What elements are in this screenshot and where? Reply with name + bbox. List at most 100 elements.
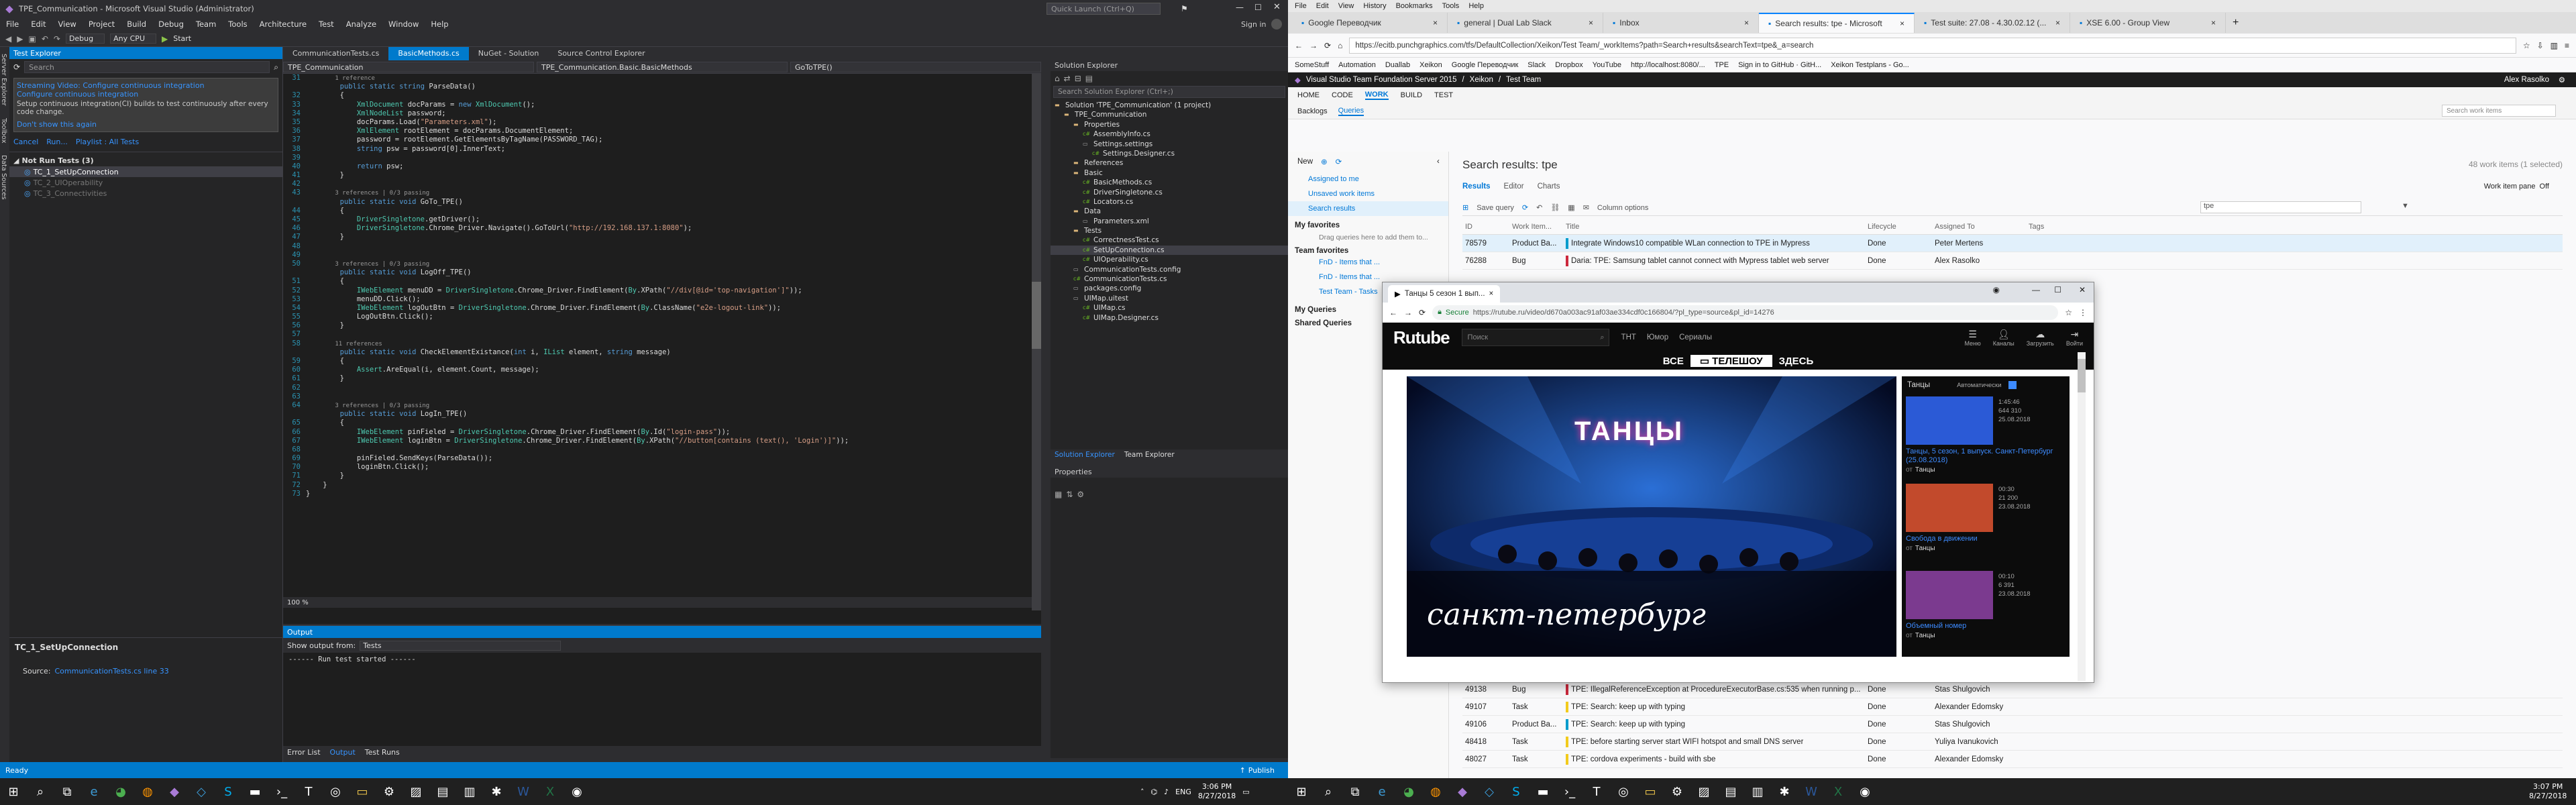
- home-icon[interactable]: ⌂: [1338, 41, 1342, 50]
- back-icon[interactable]: ←: [1389, 308, 1397, 317]
- query-link[interactable]: Assigned to me: [1308, 172, 1448, 186]
- bookmark-item[interactable]: Google Переводчик: [1452, 61, 1519, 69]
- rutube-search[interactable]: Поиск ⌕: [1461, 329, 1609, 346]
- subhub-backlogs[interactable]: Backlogs: [1297, 107, 1328, 115]
- menu-icon[interactable]: ≡: [2565, 41, 2569, 50]
- work-item-title[interactable]: TPE: IllegalReferenceException at Proced…: [1571, 686, 1861, 694]
- alphabetical-icon[interactable]: ⇅: [1066, 490, 1073, 499]
- menu-team[interactable]: Team: [190, 19, 222, 29]
- save-query[interactable]: Save query: [1477, 204, 1514, 212]
- close-window-button[interactable]: ✕: [1273, 2, 1281, 12]
- browser-tab[interactable]: ▪ general | Dual Lab Slack ×: [1448, 13, 1603, 33]
- property-pages-icon[interactable]: ⚙: [1077, 490, 1084, 499]
- collapse-pane-icon[interactable]: ‹: [1437, 158, 1440, 166]
- refresh-icon[interactable]: ⟳: [13, 62, 20, 72]
- explorer-icon[interactable]: ▬: [1529, 778, 1556, 805]
- subhub-queries[interactable]: Queries: [1338, 107, 1364, 116]
- terminal-icon[interactable]: ›_: [268, 778, 295, 805]
- close-tab-icon[interactable]: ×: [1589, 18, 1593, 28]
- settings-icon[interactable]: ⚙: [376, 778, 402, 805]
- playlist-item[interactable]: 1:45:46 644 310 25.08.2018 Танцы, 5 сезон, …: [1902, 394, 2070, 481]
- publish-button[interactable]: ↑ Publish: [1240, 766, 1275, 775]
- terminal-icon[interactable]: ›_: [1556, 778, 1583, 805]
- test-search-input[interactable]: Search: [24, 61, 270, 73]
- maximize-button[interactable]: ☐: [2054, 285, 2061, 294]
- work-item-search[interactable]: Search work items: [2442, 105, 2556, 117]
- show-all-icon[interactable]: ▤: [1085, 74, 1093, 83]
- start-button[interactable]: Start: [173, 34, 191, 43]
- refresh-results-icon[interactable]: ⟳: [1522, 203, 1528, 212]
- dont-show-link[interactable]: Don't show this again: [17, 120, 275, 129]
- menu-window[interactable]: Window: [382, 19, 425, 29]
- minimize-button[interactable]: —: [2032, 285, 2040, 294]
- photo-icon[interactable]: ▨: [402, 778, 429, 805]
- playlist-video-title[interactable]: Танцы, 5 сезон, 1 выпуск. Санкт-Петербур…: [1906, 447, 2065, 465]
- bookmark-item[interactable]: Automation: [1338, 61, 1376, 69]
- autoplay-toggle[interactable]: [2008, 381, 2017, 389]
- home-icon[interactable]: ⌂: [1055, 74, 1060, 83]
- editor-tab-basicmethods-cs[interactable]: BasicMethods.cs: [388, 47, 469, 60]
- library-icon[interactable]: ▥: [2551, 41, 2558, 50]
- new-tab-button[interactable]: +: [2226, 17, 2245, 29]
- my-favorites[interactable]: My favorites: [1288, 216, 1448, 229]
- start-play-icon[interactable]: ▶: [162, 34, 168, 44]
- rutube-icon-1[interactable]: 👤︎ Каналы: [1993, 329, 2015, 347]
- output-tab-output[interactable]: Output: [330, 748, 356, 757]
- solution-tree-item[interactable]: ▭ Settings.settings: [1051, 140, 1288, 149]
- result-tab-charts[interactable]: Charts: [1538, 182, 1560, 191]
- close-tab-icon[interactable]: ×: [1433, 18, 1438, 28]
- solution-tree-item[interactable]: c# SetUpConnection.cs: [1051, 245, 1288, 256]
- menu-project[interactable]: Project: [83, 19, 121, 29]
- solution-tree-item[interactable]: c# CorrectnessTest.cs: [1051, 235, 1288, 245]
- menu-build[interactable]: Build: [121, 19, 152, 29]
- star-icon[interactable]: ☆: [2065, 308, 2072, 317]
- browser-tab[interactable]: ▪ XSE 6.00 - Group View ×: [2070, 13, 2226, 33]
- rutube-tab[interactable]: ▶ Танцы 5 сезон 1 вып... ×: [1388, 285, 1501, 303]
- email-icon[interactable]: ✉: [1583, 203, 1589, 212]
- chrome-icon[interactable]: ◕: [1395, 778, 1422, 805]
- chart-icon[interactable]: ▥: [1744, 778, 1771, 805]
- rutube-nav-item[interactable]: Юмор: [1647, 333, 1668, 341]
- browser-tab[interactable]: ▪ Test suite: 27.08 - 4.30.02.12 (... ×: [1915, 13, 2070, 33]
- table-row[interactable]: 48027 Task TPE: cordova experiments - buil…: [1462, 751, 2563, 768]
- solution-tree-item[interactable]: c# AssemblyInfo.cs: [1051, 129, 1288, 139]
- ff-menu-view[interactable]: View: [1338, 2, 1354, 10]
- sync-icon[interactable]: ⇄: [1064, 74, 1071, 83]
- test-item[interactable]: ◎ TC_3_Connectivities: [9, 188, 282, 199]
- ff-menu-bookmarks[interactable]: Bookmarks: [1396, 2, 1433, 10]
- table-row[interactable]: 49107 Task TPE: Search: keep up with typin…: [1462, 698, 2563, 716]
- tfs-user[interactable]: Alex Rasolko: [2504, 76, 2549, 84]
- ci-configure-link[interactable]: Configure continuous integration: [17, 90, 275, 99]
- document-icon[interactable]: ▤: [429, 778, 456, 805]
- chrome-omnibox[interactable]: 🔒︎ Secure https://rutube.ru/video/d670a0…: [1432, 305, 2059, 320]
- menu-edit[interactable]: Edit: [25, 19, 52, 29]
- search-icon[interactable]: ⌕: [274, 62, 278, 72]
- ff-menu-tools[interactable]: Tools: [1442, 2, 1460, 10]
- result-tab-results[interactable]: Results: [1462, 182, 1491, 191]
- solution-tree-item[interactable]: ▬ References: [1051, 158, 1288, 168]
- close-tab-icon[interactable]: ×: [1489, 290, 1494, 298]
- settings-icon[interactable]: ⚙: [1664, 778, 1690, 805]
- column-options[interactable]: Column options: [1597, 204, 1648, 212]
- firefox-icon[interactable]: ◍: [1422, 778, 1449, 805]
- filter-input[interactable]: tpe: [2200, 201, 2361, 213]
- globe2-icon[interactable]: ◉: [1851, 778, 1878, 805]
- task-view-icon[interactable]: ⧉: [54, 778, 80, 805]
- column-header[interactable]: Work Item...: [1509, 223, 1563, 231]
- close-tab-icon[interactable]: ×: [2055, 18, 2060, 28]
- close-tab-icon[interactable]: ×: [1744, 18, 1749, 28]
- bookmark-item[interactable]: TPE: [1715, 61, 1729, 69]
- document-icon[interactable]: ▤: [1717, 778, 1744, 805]
- language-indicator[interactable]: ENG: [1175, 788, 1191, 796]
- output-tab-error-list[interactable]: Error List: [287, 748, 321, 757]
- browser-tab[interactable]: ▪ Search results: tpe - Microsoft ×: [1759, 13, 1915, 33]
- reload-icon[interactable]: ⟳: [1324, 41, 1331, 50]
- word-icon[interactable]: W: [1798, 778, 1825, 805]
- table-row[interactable]: 48418 Task TPE: before starting server sta…: [1462, 733, 2563, 751]
- clock-left[interactable]: 3:06 PM 8/27/2018: [1198, 782, 1236, 801]
- team-query-link[interactable]: FnD - Items that ...: [1319, 255, 1448, 270]
- solution-tree-item[interactable]: c# DriverSingletone.cs: [1051, 188, 1288, 197]
- playlist-item[interactable]: 00:10 6 391 23.08.2018 Объемный номер от Танц…: [1902, 568, 2070, 655]
- solution-tree-item[interactable]: c# UIOperability.cs: [1051, 255, 1288, 264]
- work-item-pane-value[interactable]: Off: [2540, 182, 2549, 191]
